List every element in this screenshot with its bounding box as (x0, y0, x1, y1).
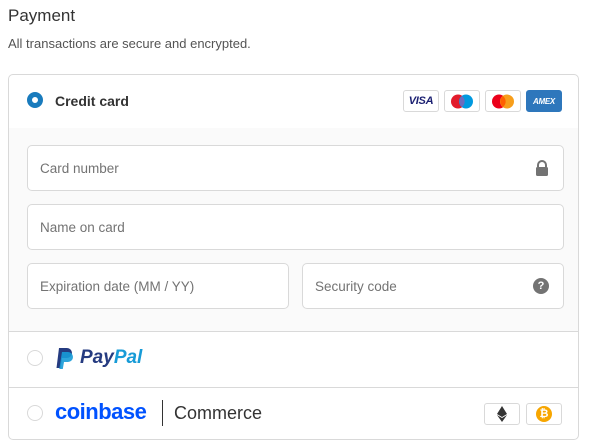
paypal-option[interactable]: PayPal (9, 332, 578, 388)
bitcoin-glyph: ₿ (536, 406, 552, 422)
security-code-field[interactable]: Security code ? (302, 263, 564, 309)
coinbase-logo: coinbase (55, 399, 147, 424)
paypal-radio[interactable] (27, 350, 43, 366)
bitcoin-icon: ₿ (526, 403, 562, 425)
coinbase-commerce-label: Commerce (174, 403, 263, 423)
paypal-p-icon (56, 348, 73, 369)
expiration-date-placeholder: Expiration date (MM / YY) (40, 279, 195, 294)
card-number-placeholder: Card number (40, 161, 119, 176)
help-icon[interactable]: ? (533, 278, 549, 294)
coinbase-commerce-option[interactable]: coinbase Commerce ₿ (9, 388, 578, 439)
expiration-date-field[interactable]: Expiration date (MM / YY) (27, 263, 289, 309)
mastercard-icon (485, 90, 521, 112)
amex-icon: AMEX (526, 90, 562, 112)
name-on-card-placeholder: Name on card (40, 220, 125, 235)
paypal-text-pal: Pal (113, 347, 143, 368)
maestro-icon (444, 90, 480, 112)
paypal-logo: PayPal (55, 346, 142, 370)
coinbase-radio[interactable] (27, 405, 43, 421)
crypto-icons: ₿ (484, 403, 562, 425)
payment-methods-panel: Credit card VISA AMEX Card number Name o… (8, 74, 579, 440)
visa-logo-text: VISA (408, 95, 434, 107)
coinbase-separator (162, 400, 163, 426)
card-number-field[interactable]: Card number (27, 145, 564, 191)
credit-card-option[interactable]: Credit card VISA AMEX (9, 75, 578, 129)
ethereum-icon (484, 403, 520, 425)
paypal-text-pay: Pay (80, 347, 114, 368)
credit-card-form: Card number Name on card Expiration date… (9, 128, 578, 332)
card-brands: VISA AMEX (403, 90, 562, 114)
page-subtitle: All transactions are secure and encrypte… (8, 36, 251, 51)
lock-icon (536, 160, 548, 176)
visa-icon: VISA (403, 90, 439, 112)
page-title: Payment (8, 6, 76, 25)
security-code-placeholder: Security code (315, 279, 397, 294)
amex-logo-text: AMEX (533, 96, 555, 106)
credit-card-label: Credit card (55, 93, 129, 109)
credit-card-radio[interactable] (27, 92, 43, 108)
name-on-card-field[interactable]: Name on card (27, 204, 564, 250)
